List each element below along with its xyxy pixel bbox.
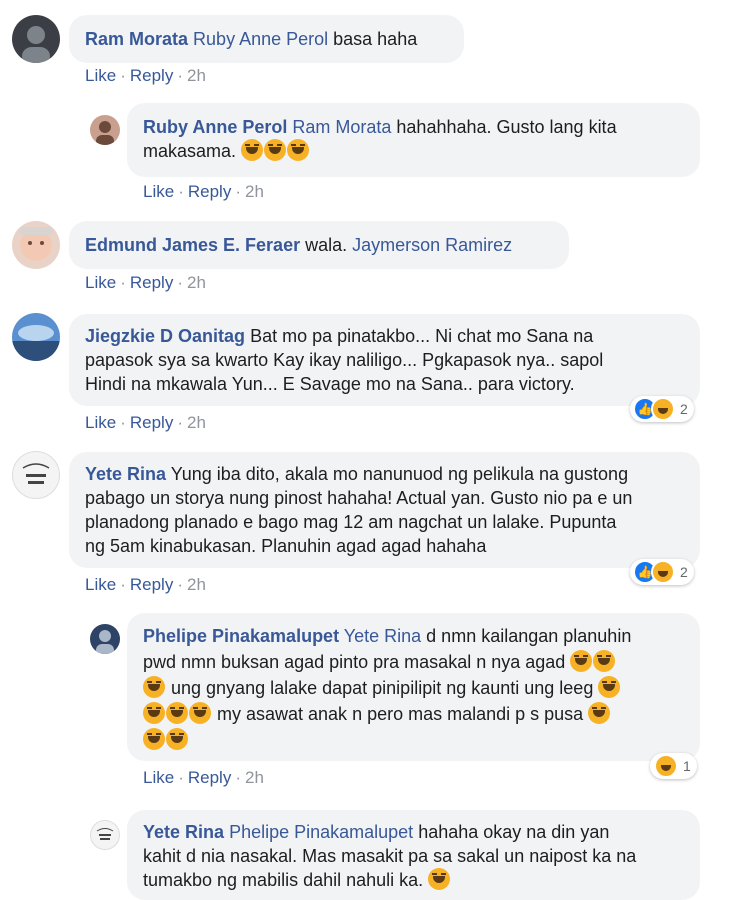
comment-text-line: d nmn kailangan planuhin [421, 626, 632, 646]
laughing-emoji-icon [166, 728, 188, 750]
reply-button[interactable]: Reply [130, 66, 173, 85]
reactions-badge[interactable]: 👍 2 [630, 559, 694, 585]
laughing-emoji-icon [189, 702, 211, 724]
comment-text-line: papasok sya sa kwarto Kay ikay naliligo.… [85, 350, 604, 370]
comment-bubble: Ram Morata Ruby Anne Perol basa haha [69, 15, 464, 63]
reaction-count: 2 [680, 401, 688, 417]
laughing-emoji-icon [264, 139, 287, 161]
comment-text-line: tumakbo ng mabilis dahil nahuli ka. [143, 870, 424, 890]
comment-actions: Like · Reply · 2h [143, 768, 264, 787]
comment-bubble: Yete Rina Phelipe Pinakamalupet hahaha o… [127, 810, 700, 900]
comment-text: wala. [300, 235, 353, 255]
comment-time[interactable]: 2h [187, 575, 206, 594]
comment-text-line: ung gnyang lalake dapat pinipilipit ng k… [166, 678, 594, 698]
laughing-emoji-icon [143, 702, 165, 724]
avatar[interactable] [90, 115, 120, 145]
reply-button[interactable]: Reply [130, 575, 173, 594]
avatar[interactable] [90, 820, 120, 850]
avatar[interactable] [12, 221, 60, 269]
like-button[interactable]: Like [143, 768, 174, 787]
laughing-emoji-icon [598, 676, 621, 698]
comment-mention[interactable]: Ruby Anne Perol [193, 29, 328, 49]
comment-actions: Like · Reply · 2h [85, 273, 206, 292]
comment-time[interactable]: 2h [245, 182, 264, 201]
comment-text-line: kahit d nia nasakal. Mas masakit pa sa s… [143, 846, 637, 866]
comment-mention[interactable]: Yete Rina [344, 626, 421, 646]
laughing-emoji-icon [588, 702, 611, 724]
comment-mention[interactable]: Phelipe Pinakamalupet [229, 822, 413, 842]
like-button[interactable]: Like [85, 66, 116, 85]
comment-time[interactable]: 2h [245, 768, 264, 787]
reactions-badge[interactable]: 1 [650, 753, 697, 779]
comment-bubble: Ruby Anne Perol Ram Morata hahahhaha. Gu… [127, 103, 700, 177]
comment-author[interactable]: Phelipe Pinakamalupet [143, 626, 339, 646]
comment-text-line: planadong planado e bago mag 12 am nagch… [85, 512, 617, 532]
comment-actions: Like · Reply · 2h [85, 66, 206, 85]
comment-author[interactable]: Ram Morata [85, 29, 188, 49]
comment-text-line: hahaha okay na din yan [413, 822, 610, 842]
comment-text-line: Hindi na mkawala Yun... E Savage mo na S… [85, 374, 575, 394]
comment-text-line: pwd nmn buksan agad pinto pra masakal n … [143, 652, 566, 672]
comment-text: basa haha [328, 29, 418, 49]
comment-author[interactable]: Edmund James E. Feraer [85, 235, 300, 255]
reply-button[interactable]: Reply [188, 182, 231, 201]
comment-author[interactable]: Ruby Anne Perol [143, 117, 287, 137]
comment-text-line: ng 5am kinabukasan. Planuhin agad agad h… [85, 536, 487, 556]
comment-bubble: Yete Rina Yung iba dito, akala mo nanunu… [69, 452, 700, 568]
comment-bubble: Phelipe Pinakamalupet Yete Rina d nmn ka… [127, 613, 700, 761]
comment-time[interactable]: 2h [187, 66, 206, 85]
laughing-emoji-icon [287, 139, 310, 161]
laughing-emoji-icon [241, 139, 264, 161]
comment-time[interactable]: 2h [187, 413, 206, 432]
like-button[interactable]: Like [85, 273, 116, 292]
reply-button[interactable]: Reply [188, 768, 231, 787]
comment-mention[interactable]: Ram Morata [292, 117, 391, 137]
like-button[interactable]: Like [85, 413, 116, 432]
laughing-emoji-icon [570, 650, 593, 672]
like-button[interactable]: Like [85, 575, 116, 594]
rofl-emoji-icon [428, 868, 451, 890]
like-button[interactable]: Like [143, 182, 174, 201]
haha-reaction-icon [651, 397, 675, 421]
reply-button[interactable]: Reply [130, 413, 173, 432]
comment-bubble: Jiegzkie D Oanitag Bat mo pa pinatakbo..… [69, 314, 700, 406]
comment-bubble: Edmund James E. Feraer wala. Jaymerson R… [69, 221, 569, 269]
comment-mention[interactable]: Jaymerson Ramirez [352, 235, 512, 255]
comment-author[interactable]: Jiegzkie D Oanitag [85, 326, 245, 346]
comment-text-line: makasama. [143, 141, 237, 161]
avatar[interactable] [12, 15, 60, 63]
comment-time[interactable]: 2h [187, 273, 206, 292]
haha-reaction-icon [651, 560, 675, 584]
avatar[interactable] [90, 624, 120, 654]
laughing-emoji-icon [166, 702, 188, 724]
comment-text-line: my asawat anak n pero mas malandi p s pu… [212, 704, 584, 724]
reactions-badge[interactable]: 👍 2 [630, 396, 694, 422]
comment-text-line: Yung iba dito, akala mo nanunuod ng peli… [166, 464, 629, 484]
haha-reaction-icon [654, 754, 678, 778]
comment-text-line: hahahhaha. Gusto lang kita [391, 117, 617, 137]
comment-actions: Like · Reply · 2h [85, 413, 206, 432]
comment-author[interactable]: Yete Rina [143, 822, 224, 842]
reaction-count: 1 [683, 758, 691, 774]
reaction-count: 2 [680, 564, 688, 580]
laughing-emoji-icon [593, 650, 616, 672]
comment-text-line: pabago un storya nung pinost hahaha! Act… [85, 488, 633, 508]
laughing-emoji-icon [143, 728, 165, 750]
comment-actions: Like · Reply · 2h [85, 575, 206, 594]
avatar[interactable] [12, 313, 60, 361]
comment-actions: Like · Reply · 2h [143, 182, 264, 201]
laughing-emoji-icon [143, 676, 165, 698]
avatar[interactable] [12, 451, 60, 499]
comment-text-line: Bat mo pa pinatakbo... Ni chat mo Sana n… [245, 326, 594, 346]
reply-button[interactable]: Reply [130, 273, 173, 292]
comment-author[interactable]: Yete Rina [85, 464, 166, 484]
